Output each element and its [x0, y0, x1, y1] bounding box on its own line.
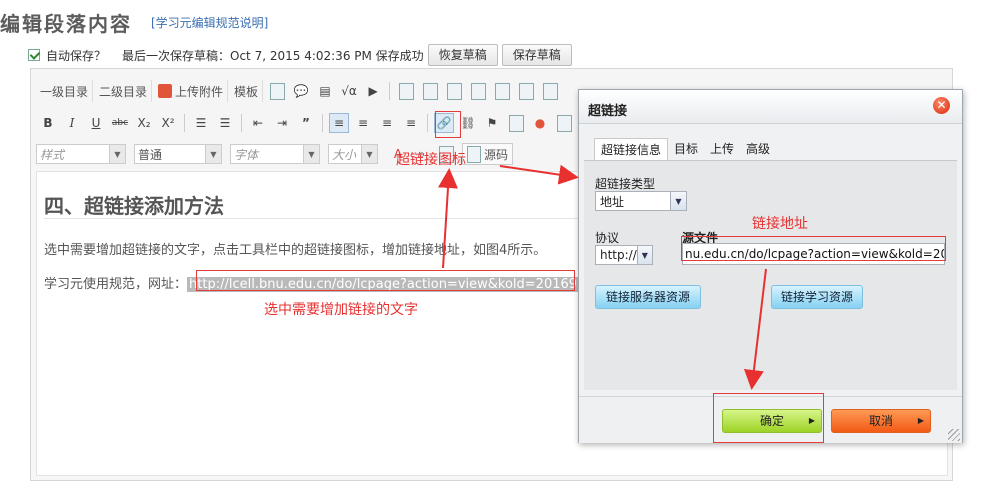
annotation-arrows	[438, 164, 767, 390]
arrow-to-ok-button	[743, 268, 767, 390]
arrow-to-dialog	[499, 164, 579, 185]
arrow-to-hyperlink-icon	[438, 168, 458, 269]
